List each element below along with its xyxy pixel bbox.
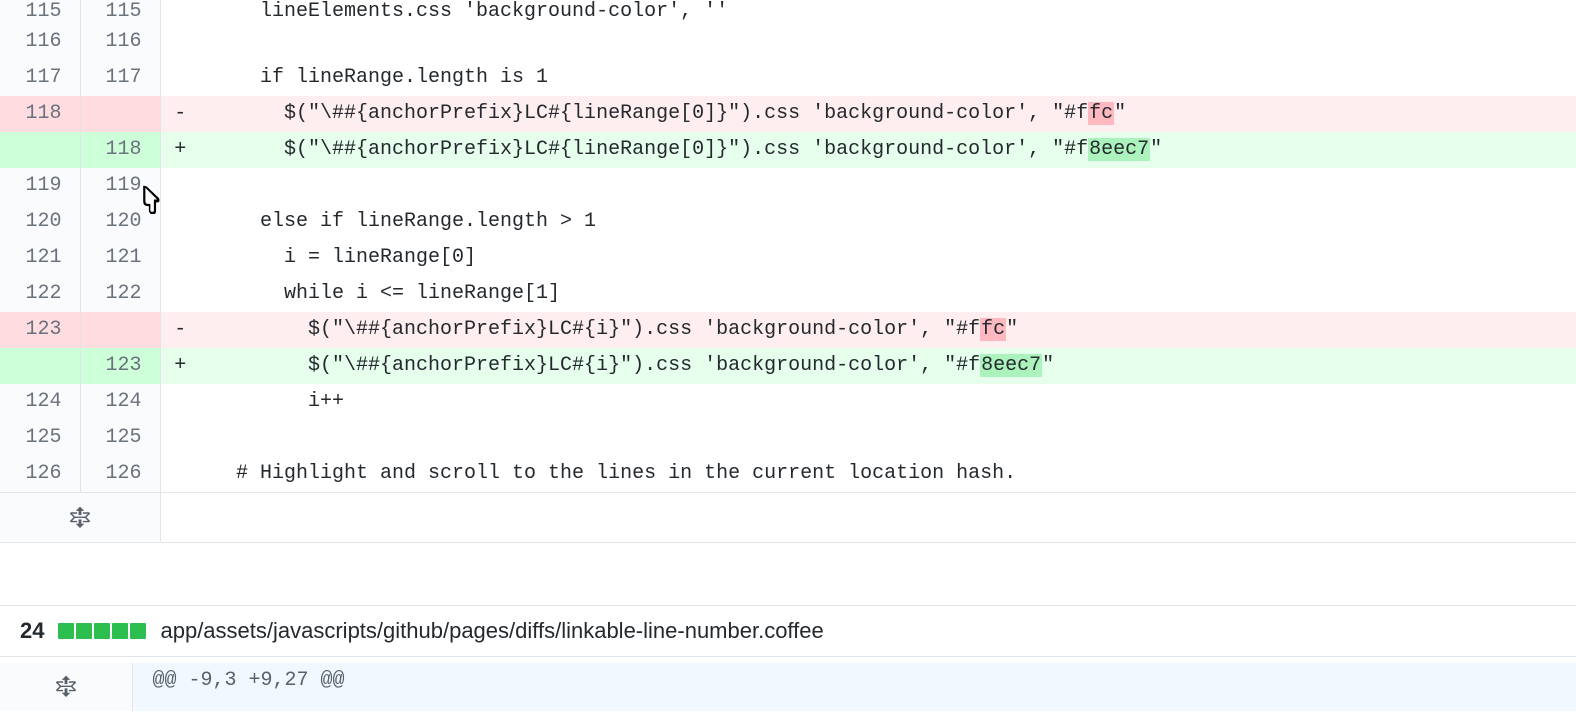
new-line-number[interactable]: 119 xyxy=(80,168,160,204)
diff-line: 117117 if lineRange.length is 1 xyxy=(0,60,1576,96)
diff-marker: + xyxy=(160,348,200,384)
deleted-highlight: fc xyxy=(980,318,1006,341)
new-line-number[interactable]: 116 xyxy=(80,24,160,60)
new-line-number[interactable]: 117 xyxy=(80,60,160,96)
code-content[interactable]: while i <= lineRange[1] xyxy=(200,276,1576,312)
new-line-number[interactable]: 126 xyxy=(80,456,160,493)
diffstat-bar xyxy=(58,623,146,639)
diff-table: 115115 lineElements.css 'background-colo… xyxy=(0,0,1576,543)
code-content[interactable]: if lineRange.length is 1 xyxy=(200,60,1576,96)
code-content[interactable]: lineElements.css 'background-color', '' xyxy=(200,0,1576,24)
old-line-number[interactable]: 123 xyxy=(0,312,80,348)
diff-marker xyxy=(160,240,200,276)
old-line-number[interactable] xyxy=(0,132,80,168)
diffstat-block-added xyxy=(112,623,128,639)
old-line-number[interactable]: 121 xyxy=(0,240,80,276)
expand-row xyxy=(0,493,1576,543)
diff-line: 122122 while i <= lineRange[1] xyxy=(0,276,1576,312)
new-line-number[interactable]: 124 xyxy=(80,384,160,420)
code-content[interactable] xyxy=(200,420,1576,456)
file-separator xyxy=(0,543,1576,605)
diff-line: 119119 xyxy=(0,168,1576,204)
old-line-number[interactable]: 115 xyxy=(0,0,80,24)
code-content[interactable]: $("\##{anchorPrefix}LC#{i}").css 'backgr… xyxy=(200,348,1576,384)
old-line-number[interactable]: 122 xyxy=(0,276,80,312)
diffstat-block-added xyxy=(58,623,74,639)
unfold-icon xyxy=(0,493,160,542)
new-line-number[interactable]: 115 xyxy=(80,0,160,24)
file-path[interactable]: app/assets/javascripts/github/pages/diff… xyxy=(160,618,823,644)
diff-line: 116116 xyxy=(0,24,1576,60)
added-highlight: 8eec7 xyxy=(980,354,1042,377)
unfold-icon xyxy=(0,663,132,711)
new-line-number[interactable] xyxy=(80,312,160,348)
diff-line: 124124 i++ xyxy=(0,384,1576,420)
diffstat-block-added xyxy=(94,623,110,639)
diff-marker: - xyxy=(160,312,200,348)
hunk-header-text: @@ -9,3 +9,27 @@ xyxy=(132,663,1576,711)
diff-marker xyxy=(160,456,200,493)
diff-marker xyxy=(160,24,200,60)
new-line-number[interactable]: 122 xyxy=(80,276,160,312)
code-content[interactable]: i++ xyxy=(200,384,1576,420)
old-line-number[interactable]: 125 xyxy=(0,420,80,456)
file-change-count: 24 xyxy=(20,618,44,644)
diff-line: 120120 else if lineRange.length > 1 xyxy=(0,204,1576,240)
diff-marker xyxy=(160,384,200,420)
old-line-number[interactable]: 124 xyxy=(0,384,80,420)
diff-marker xyxy=(160,204,200,240)
old-line-number[interactable]: 119 xyxy=(0,168,80,204)
new-line-number[interactable]: 121 xyxy=(80,240,160,276)
code-content[interactable] xyxy=(200,24,1576,60)
old-line-number[interactable]: 117 xyxy=(0,60,80,96)
diff-line: 126126 # Highlight and scroll to the lin… xyxy=(0,456,1576,493)
diff-line: 118 - $("\##{anchorPrefix}LC#{lineRange[0… xyxy=(0,96,1576,132)
new-line-number[interactable] xyxy=(80,96,160,132)
old-line-number[interactable]: 118 xyxy=(0,96,80,132)
added-highlight: 8eec7 xyxy=(1088,138,1150,161)
diff-line: 121121 i = lineRange[0] xyxy=(0,240,1576,276)
old-line-number[interactable]: 120 xyxy=(0,204,80,240)
expand-up-button[interactable] xyxy=(0,663,132,711)
code-content[interactable]: $("\##{anchorPrefix}LC#{i}").css 'backgr… xyxy=(200,312,1576,348)
code-content[interactable]: $("\##{anchorPrefix}LC#{lineRange[0]}").… xyxy=(200,132,1576,168)
diff-marker xyxy=(160,276,200,312)
new-line-number[interactable]: 118 xyxy=(80,132,160,168)
diff-line: 125125 xyxy=(0,420,1576,456)
hunk-header-row: @@ -9,3 +9,27 @@ xyxy=(0,663,1576,711)
code-content[interactable] xyxy=(200,168,1576,204)
diffstat-block-added xyxy=(130,623,146,639)
diff-line: 123+ $("\##{anchorPrefix}LC#{i}").css 'b… xyxy=(0,348,1576,384)
diff-marker: + xyxy=(160,132,200,168)
code-content[interactable]: else if lineRange.length > 1 xyxy=(200,204,1576,240)
expand-down-button[interactable] xyxy=(0,493,160,543)
new-line-number[interactable]: 125 xyxy=(80,420,160,456)
code-content[interactable]: $("\##{anchorPrefix}LC#{lineRange[0]}").… xyxy=(200,96,1576,132)
diff-line: 123 - $("\##{anchorPrefix}LC#{i}").css 'b… xyxy=(0,312,1576,348)
code-content[interactable]: # Highlight and scroll to the lines in t… xyxy=(200,456,1576,493)
diffstat-block-added xyxy=(76,623,92,639)
old-line-number[interactable]: 126 xyxy=(0,456,80,493)
diff-marker xyxy=(160,420,200,456)
diff-line: 118+ $("\##{anchorPrefix}LC#{lineRange[0… xyxy=(0,132,1576,168)
old-line-number[interactable] xyxy=(0,348,80,384)
code-content[interactable]: i = lineRange[0] xyxy=(200,240,1576,276)
deleted-highlight: fc xyxy=(1088,102,1114,125)
new-line-number[interactable]: 123 xyxy=(80,348,160,384)
new-line-number[interactable]: 120 xyxy=(80,204,160,240)
old-line-number[interactable]: 116 xyxy=(0,24,80,60)
diff-marker xyxy=(160,168,200,204)
diff-marker xyxy=(160,0,200,24)
hunk-header-table: @@ -9,3 +9,27 @@ xyxy=(0,663,1576,711)
expand-blank xyxy=(160,493,1576,543)
diff-line: 115115 lineElements.css 'background-colo… xyxy=(0,0,1576,24)
diff-marker: - xyxy=(160,96,200,132)
diff-marker xyxy=(160,60,200,96)
file-header[interactable]: 24 app/assets/javascripts/github/pages/d… xyxy=(0,605,1576,657)
